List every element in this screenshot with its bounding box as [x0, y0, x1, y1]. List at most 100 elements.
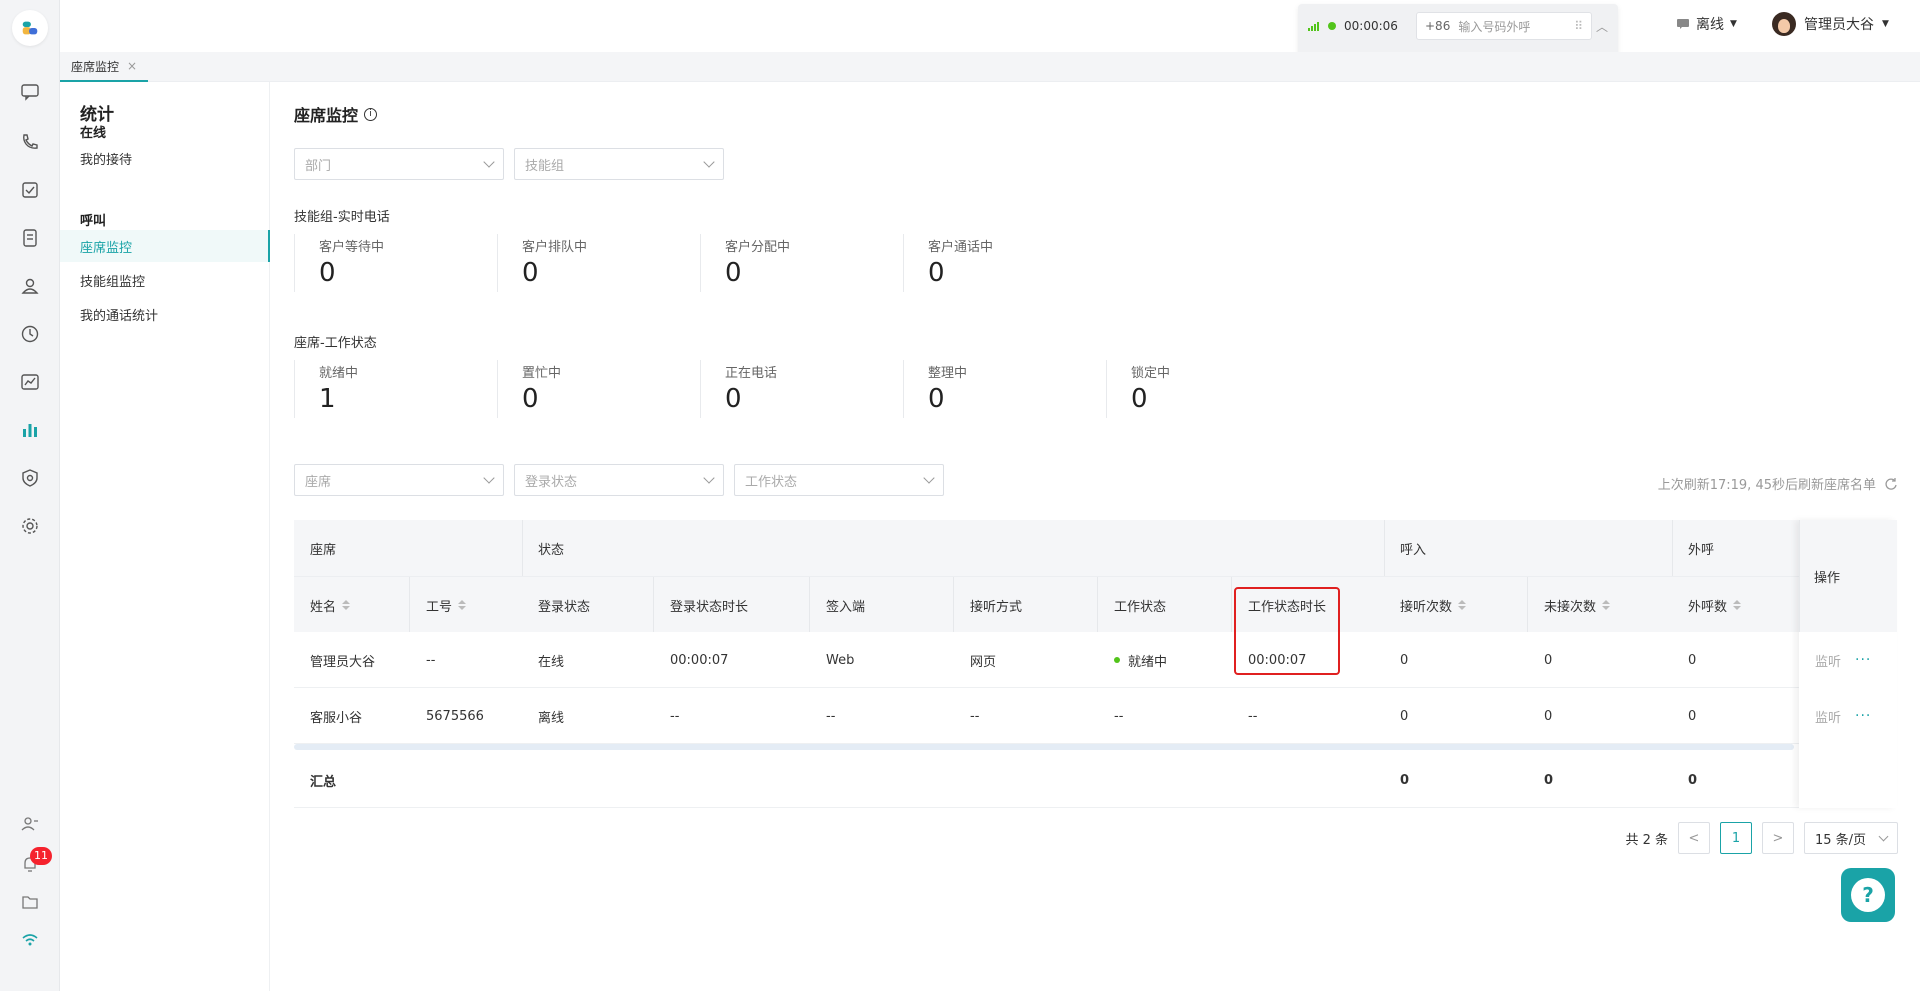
task-icon[interactable] — [18, 178, 42, 202]
cell-name: 管理员大谷 — [310, 654, 376, 670]
cell-work-status: 就绪中 — [1098, 632, 1167, 688]
settings-icon[interactable] — [18, 514, 42, 538]
stat-value: 0 — [1131, 384, 1148, 414]
sub-sidebar: 统计 在线 我的接待 呼叫 座席监控 技能组监控 我的通话统计 — [60, 82, 270, 991]
cell-id: -- — [426, 652, 436, 668]
pagination: 共 2 条 < 1 > 15 条/页 — [1625, 822, 1898, 854]
stat-label: 置忙中 — [522, 366, 562, 381]
table-group-header: 座席 状态 呼入 外呼 — [294, 520, 1897, 632]
sidebar-item-seat-monitor[interactable]: 座席监控 — [60, 230, 270, 262]
monitor-button[interactable]: 监听 — [1815, 707, 1841, 726]
col-id[interactable]: 工号 — [410, 577, 467, 633]
sidebar-item-my-call-stats[interactable]: 我的通话统计 — [60, 298, 270, 330]
section-realtime-label: 技能组-实时电话 — [294, 210, 390, 225]
sidebar-item-my-reception[interactable]: 我的接待 — [60, 142, 270, 174]
sort-icon[interactable] — [1733, 600, 1742, 610]
agent-status-dropdown[interactable]: 离线 ▼ — [1676, 14, 1737, 34]
icon-rail: 11 — [0, 0, 60, 991]
col-missed[interactable]: 未接次数 — [1528, 577, 1611, 633]
history-icon[interactable] — [18, 322, 42, 346]
col-label: 姓名 — [310, 599, 337, 615]
statistics-icon[interactable] — [18, 418, 42, 442]
table-row: 客服小谷 5675566 离线 -- -- -- -- -- 0 0 0 — [294, 688, 1897, 744]
chat-icon[interactable] — [18, 80, 42, 104]
user-name: 管理员大谷 — [1804, 17, 1874, 33]
logo-icon — [22, 21, 38, 35]
col-name[interactable]: 姓名 — [294, 577, 351, 633]
info-icon[interactable]: i — [364, 107, 378, 121]
more-icon[interactable]: ··· — [1855, 652, 1871, 668]
login-status-select[interactable]: 登录状态 — [514, 464, 724, 496]
stat-label: 客户通话中 — [928, 240, 994, 255]
sort-icon[interactable] — [458, 600, 467, 610]
col-answered[interactable]: 接听次数 — [1384, 577, 1467, 633]
close-icon[interactable]: × — [127, 59, 137, 73]
help-button[interactable]: ? — [1841, 868, 1895, 922]
message-icon — [1677, 19, 1689, 29]
collapse-icon[interactable]: ︿ — [1596, 18, 1608, 35]
call-timer: 00:00:06 — [1344, 19, 1398, 33]
next-page-button[interactable]: > — [1762, 822, 1794, 854]
folder-icon[interactable] — [18, 890, 42, 914]
col-outbound[interactable]: 外呼数 — [1672, 577, 1742, 633]
skill-group-select[interactable]: 技能组 — [514, 148, 724, 180]
col-login-status: 登录状态 — [538, 599, 591, 615]
seat-select[interactable]: 座席 — [294, 464, 504, 496]
summary-label: 汇总 — [310, 774, 337, 790]
group-online: 在线 — [80, 126, 107, 141]
stat-label: 正在电话 — [725, 366, 778, 381]
col-label: 接听次数 — [1400, 599, 1453, 615]
page-button[interactable]: 1 — [1720, 822, 1752, 854]
page-title-text: 座席监控 — [294, 106, 359, 125]
work-status-select[interactable]: 工作状态 — [734, 464, 944, 496]
page-title: 座席监控 i — [294, 102, 378, 126]
stat-value: 0 — [725, 384, 742, 414]
section-work-label: 座席-工作状态 — [294, 336, 377, 351]
cell-missed: 0 — [1544, 652, 1553, 668]
seat-placeholder: 座席 — [305, 474, 332, 490]
refresh-icon[interactable] — [1884, 477, 1898, 491]
country-code-select[interactable]: +86 — [1425, 19, 1450, 33]
cell-work-status: -- — [1114, 708, 1124, 724]
contact-icon[interactable] — [18, 274, 42, 298]
sidebar-item-skill-monitor[interactable]: 技能组监控 — [60, 264, 270, 296]
stat-ready: 就绪中 1 — [294, 360, 497, 418]
app-logo[interactable] — [12, 10, 48, 46]
sort-icon[interactable] — [1602, 600, 1611, 610]
online-dot — [1328, 22, 1336, 30]
department-select[interactable]: 部门 — [294, 148, 504, 180]
trend-icon[interactable] — [18, 370, 42, 394]
user-menu[interactable]: 管理员大谷 ▼ — [1772, 12, 1889, 36]
cell-id: 5675566 — [426, 708, 484, 724]
stat-label: 整理中 — [928, 366, 968, 381]
stat-wrapping: 整理中 0 — [903, 360, 1106, 418]
stat-label: 就绪中 — [319, 366, 359, 381]
page-size-select[interactable]: 15 条/页 — [1804, 822, 1898, 854]
col-client: 签入端 — [826, 599, 866, 615]
user-manage-icon[interactable] — [18, 812, 42, 836]
stat-label: 客户分配中 — [725, 240, 791, 255]
work-status-placeholder: 工作状态 — [745, 474, 798, 490]
horizontal-scrollbar[interactable] — [294, 744, 1794, 750]
phone-icon[interactable] — [18, 130, 42, 154]
prev-page-button[interactable]: < — [1678, 822, 1710, 854]
avatar — [1772, 12, 1796, 36]
group-header-inbound: 呼入 — [1400, 542, 1427, 558]
stat-label: 锁定中 — [1131, 366, 1171, 381]
security-icon[interactable] — [18, 466, 42, 490]
document-icon[interactable] — [18, 226, 42, 250]
sort-icon[interactable] — [342, 600, 351, 610]
monitor-button[interactable]: 监听 — [1815, 651, 1841, 670]
dial-input[interactable]: +86 输入号码外呼 ⠿ — [1416, 12, 1592, 40]
more-icon[interactable]: ··· — [1855, 708, 1871, 724]
summary-row: 汇总 0 0 0 — [294, 752, 1897, 808]
stat-value: 0 — [725, 258, 742, 288]
tab-seat-monitor[interactable]: 座席监控 × — [60, 52, 148, 82]
group-header-seat: 座席 — [310, 542, 337, 558]
stat-value: 1 — [319, 384, 336, 414]
dialpad-icon[interactable]: ⠿ — [1574, 19, 1583, 33]
sort-icon[interactable] — [1458, 600, 1467, 610]
tab-strip: 座席监控 × — [60, 52, 1920, 82]
group-header-status: 状态 — [538, 542, 565, 558]
status-dot — [1114, 657, 1120, 663]
